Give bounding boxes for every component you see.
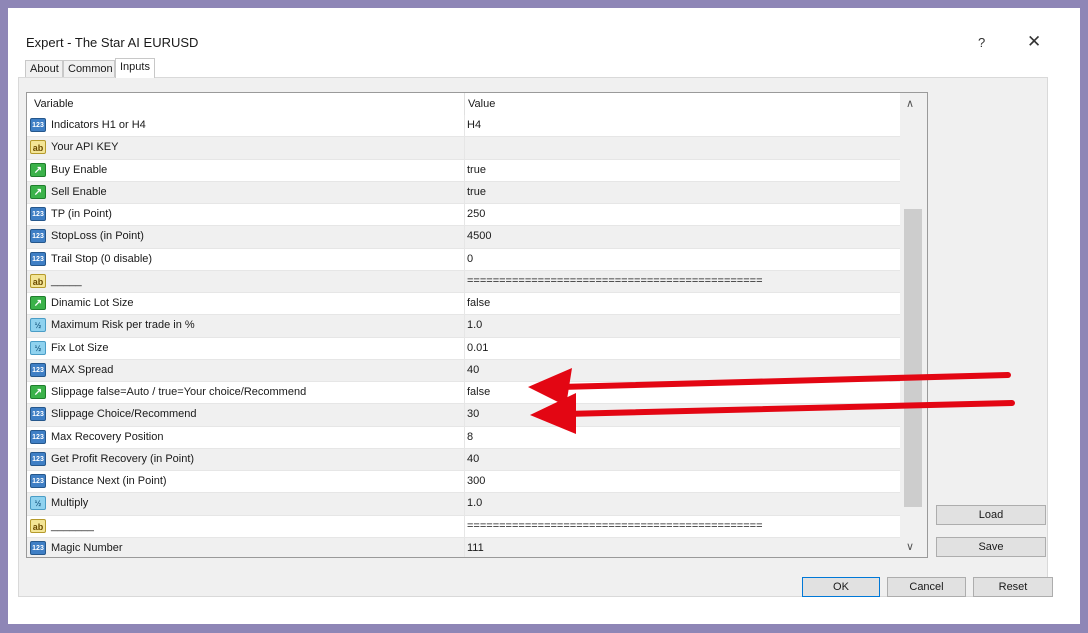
tab-inputs[interactable]: Inputs [115,58,155,78]
annotation-arrows [528,368,1015,434]
red-arrow-bottom [530,393,1015,434]
red-arrow-top [528,368,1011,406]
